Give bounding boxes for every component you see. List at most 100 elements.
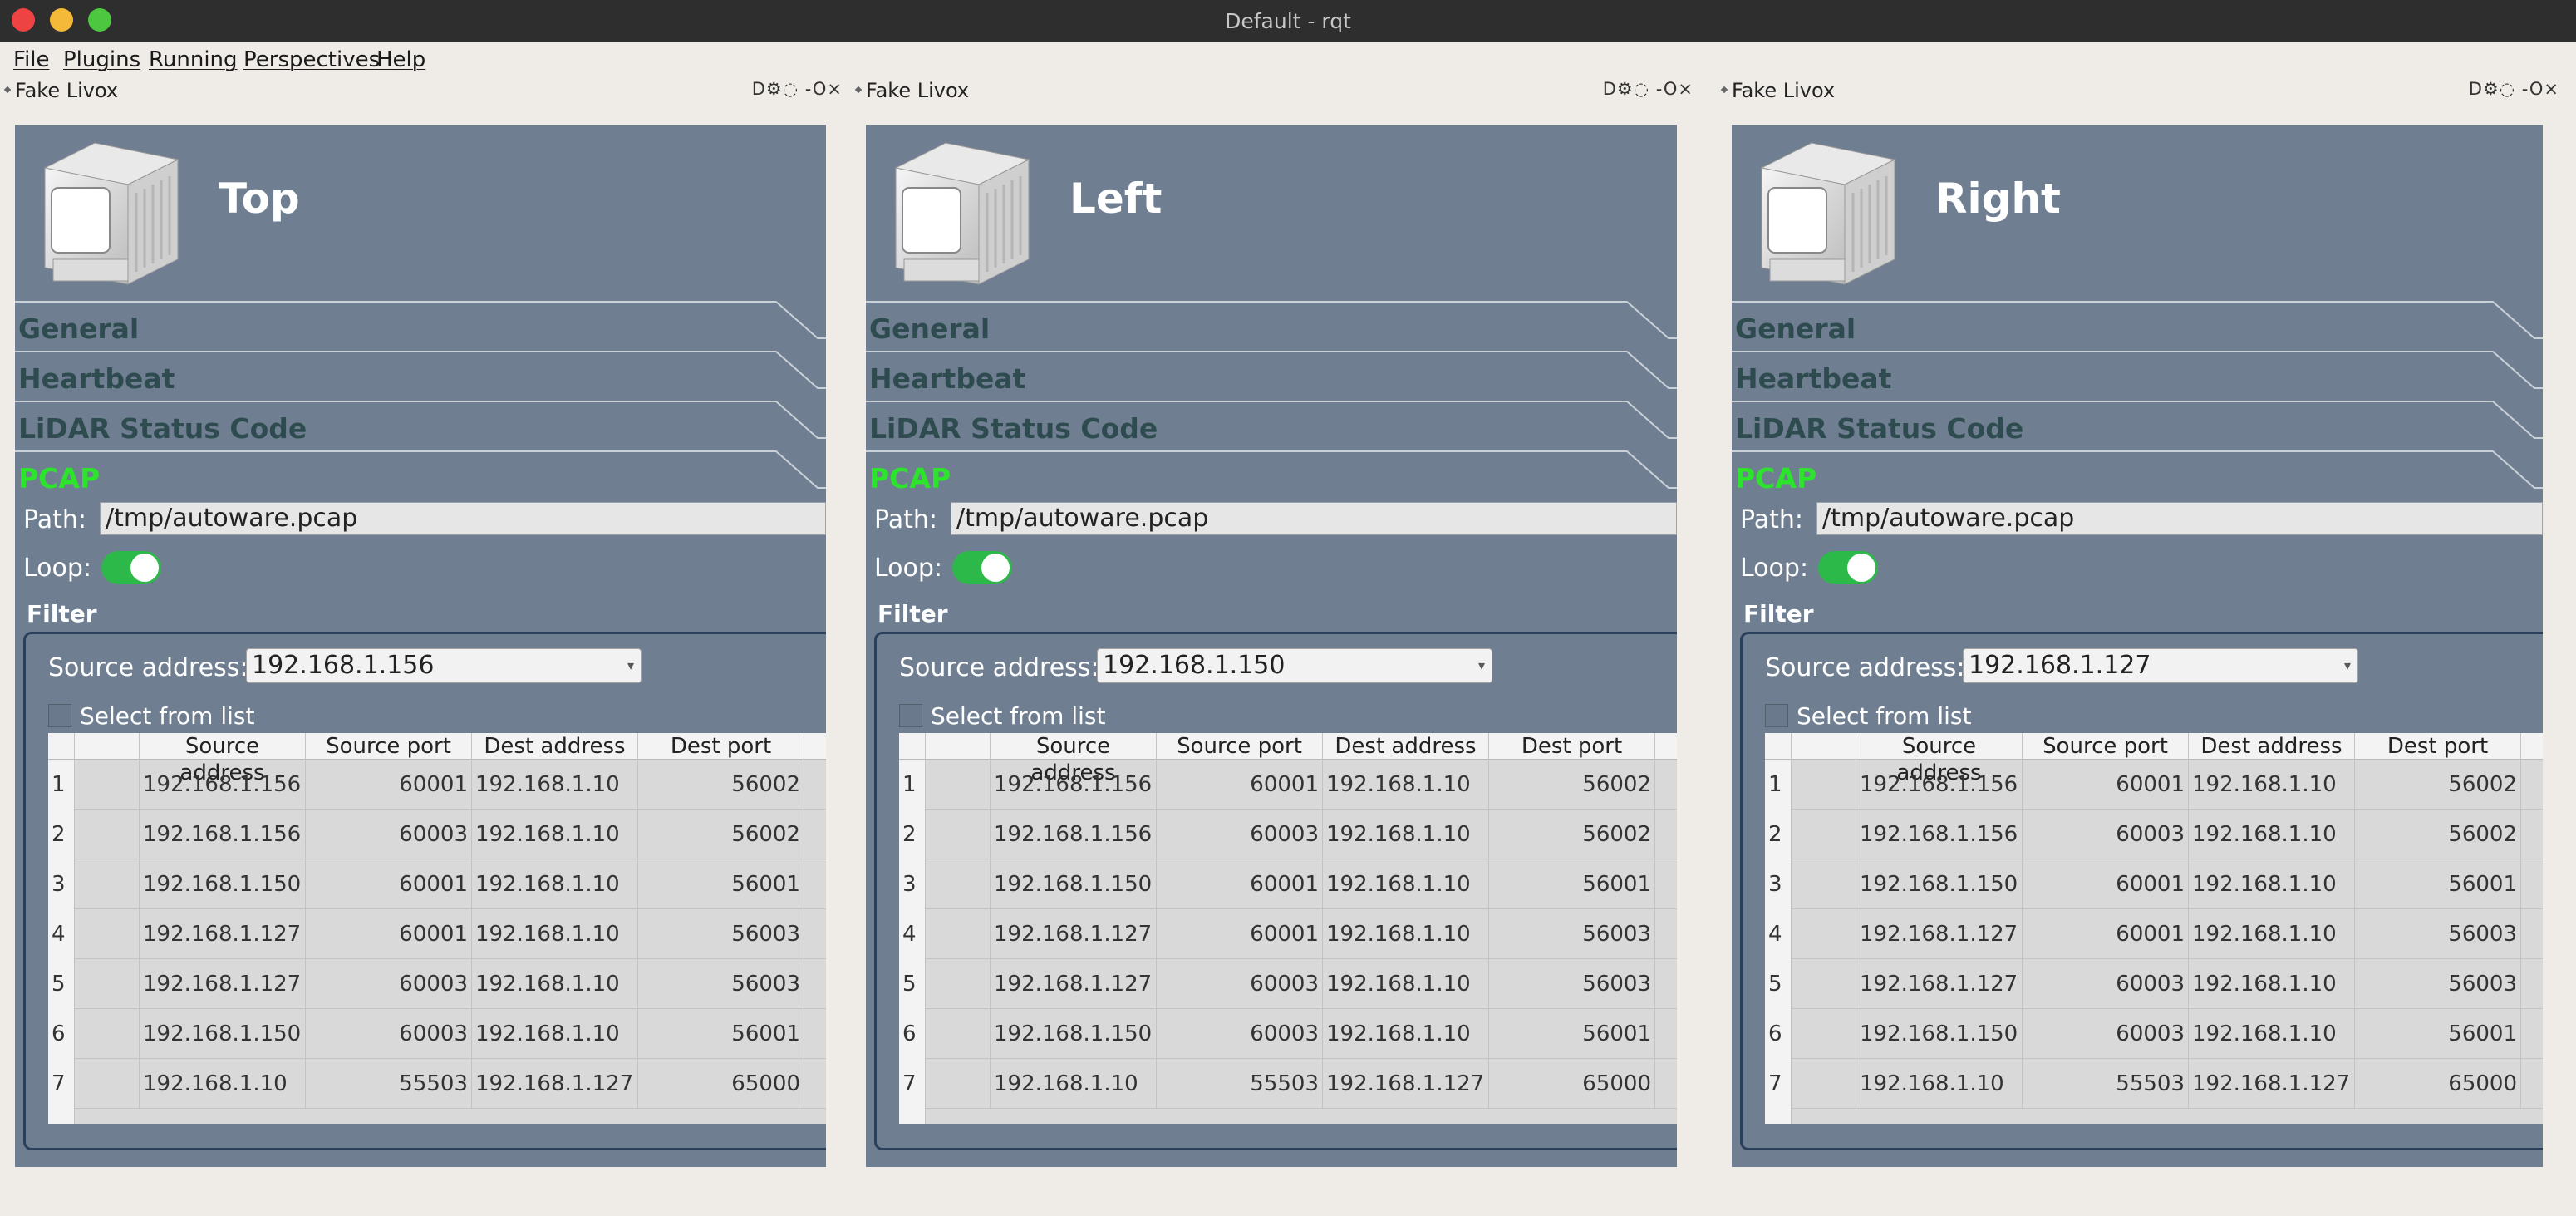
row-blank-cell[interactable] [75, 909, 140, 959]
source-port-cell[interactable]: 60003 [1157, 810, 1323, 859]
dock-grip-icon[interactable] [854, 86, 863, 94]
dock-bar-left[interactable]: Fake Livox D⚙◌ -O× [854, 79, 1694, 104]
row-number[interactable]: 6 [899, 1009, 926, 1059]
row-blank-cell[interactable] [926, 810, 991, 859]
row-number[interactable]: 3 [1765, 859, 1792, 909]
table-row[interactable]: 2 192.168.1.156 60003 192.168.1.10 56002 [48, 810, 826, 859]
dest-address-cell[interactable]: 192.168.1.10 [472, 810, 638, 859]
column-header[interactable]: Source address [991, 733, 1157, 785]
column-header[interactable]: Dest port [2355, 733, 2521, 760]
table-row[interactable]: 3 192.168.1.150 60001 192.168.1.10 56001 [48, 859, 826, 909]
source-address-combobox[interactable]: 192.168.1.150 ▾ [1097, 648, 1492, 683]
section-heartbeat[interactable]: Heartbeat [866, 351, 1677, 401]
dest-port-cell[interactable]: 56002 [638, 810, 804, 859]
source-address-cell[interactable]: 192.168.1.150 [140, 1009, 306, 1059]
row-number[interactable]: 5 [899, 959, 926, 1009]
source-port-cell[interactable]: 60003 [1157, 1009, 1323, 1059]
dest-port-cell[interactable]: 56003 [638, 959, 804, 1009]
dock-buttons[interactable]: D⚙◌ -O× [1603, 79, 1694, 99]
table-row[interactable]: 5 192.168.1.127 60003 192.168.1.10 56003 [1765, 959, 2543, 1009]
path-input[interactable]: /tmp/autoware.pcap [100, 502, 826, 535]
dest-port-cell[interactable]: 56003 [2355, 909, 2521, 959]
row-number[interactable]: 6 [1765, 1009, 1792, 1059]
dest-address-cell[interactable]: 192.168.1.10 [472, 1009, 638, 1059]
source-address-combobox[interactable]: 192.168.1.127 ▾ [1963, 648, 2358, 683]
table-row[interactable]: 7 192.168.1.10 55503 192.168.1.127 65000 [899, 1059, 1677, 1109]
table-row[interactable]: 1 192.168.1.156 60001 192.168.1.10 56002 [899, 760, 1677, 810]
dest-address-cell[interactable]: 192.168.1.10 [1323, 810, 1489, 859]
header-blank[interactable] [1792, 733, 1856, 760]
loop-toggle[interactable] [952, 551, 1012, 584]
row-blank-cell[interactable] [1792, 1059, 1856, 1109]
row-blank-cell[interactable] [75, 760, 140, 810]
row-blank-cell[interactable] [75, 1059, 140, 1109]
source-address-cell[interactable]: 192.168.1.127 [1856, 909, 2023, 959]
column-header[interactable]: Dest port [638, 733, 804, 760]
source-address-cell[interactable]: 192.168.1.156 [991, 810, 1157, 859]
table-row[interactable]: 6 192.168.1.150 60003 192.168.1.10 56001 [48, 1009, 826, 1059]
select-from-list-checkbox[interactable] [899, 704, 922, 727]
dock-grip-icon[interactable] [1720, 86, 1728, 94]
table-row[interactable]: 2 192.168.1.156 60003 192.168.1.10 56002 [899, 810, 1677, 859]
source-port-cell[interactable]: 60003 [2023, 959, 2189, 1009]
dest-address-cell[interactable]: 192.168.1.10 [472, 859, 638, 909]
dest-address-cell[interactable]: 192.168.1.10 [2189, 859, 2355, 909]
source-address-cell[interactable]: 192.168.1.150 [991, 1009, 1157, 1059]
header-blank[interactable] [75, 733, 140, 760]
dest-address-cell[interactable]: 192.168.1.10 [2189, 810, 2355, 859]
row-blank-cell[interactable] [1792, 859, 1856, 909]
source-address-cell[interactable]: 192.168.1.156 [991, 760, 1157, 810]
dest-address-cell[interactable]: 192.168.1.10 [472, 909, 638, 959]
row-blank-cell[interactable] [926, 760, 991, 810]
dest-address-cell[interactable]: 192.168.1.10 [472, 959, 638, 1009]
section-pcap[interactable]: PCAP [866, 450, 1677, 500]
row-blank-cell[interactable] [1792, 959, 1856, 1009]
source-address-cell[interactable]: 192.168.1.127 [140, 959, 306, 1009]
table-row[interactable]: 6 192.168.1.150 60003 192.168.1.10 56001 [1765, 1009, 2543, 1059]
source-port-cell[interactable]: 60001 [2023, 909, 2189, 959]
source-address-cell[interactable]: 192.168.1.127 [140, 909, 306, 959]
row-blank-cell[interactable] [75, 1009, 140, 1059]
row-number[interactable]: 7 [899, 1059, 926, 1109]
dock-bar-right[interactable]: Fake Livox D⚙◌ -O× [1720, 79, 2559, 104]
menu-help[interactable]: Help [376, 47, 425, 72]
source-port-cell[interactable]: 60003 [306, 810, 472, 859]
source-address-cell[interactable]: 192.168.1.10 [1856, 1059, 2023, 1109]
section-pcap[interactable]: PCAP [1732, 450, 2543, 500]
row-blank-cell[interactable] [1792, 909, 1856, 959]
row-number[interactable]: 2 [1765, 810, 1792, 859]
dest-address-cell[interactable]: 192.168.1.10 [1323, 859, 1489, 909]
source-address-cell[interactable]: 192.168.1.150 [1856, 859, 2023, 909]
path-input[interactable]: /tmp/autoware.pcap [1816, 502, 2543, 535]
menu-running[interactable]: Running [149, 47, 238, 72]
row-number[interactable]: 4 [899, 909, 926, 959]
row-blank-cell[interactable] [1792, 810, 1856, 859]
dest-port-cell[interactable]: 56002 [2355, 760, 2521, 810]
table-row[interactable]: 5 192.168.1.127 60003 192.168.1.10 56003 [899, 959, 1677, 1009]
source-port-cell[interactable]: 60001 [1157, 859, 1323, 909]
row-blank-cell[interactable] [926, 959, 991, 1009]
row-blank-cell[interactable] [75, 859, 140, 909]
table-row[interactable]: 4 192.168.1.127 60001 192.168.1.10 56003 [48, 909, 826, 959]
section-heartbeat[interactable]: Heartbeat [1732, 351, 2543, 401]
row-number[interactable]: 1 [899, 760, 926, 810]
table-row[interactable]: 2 192.168.1.156 60003 192.168.1.10 56002 [1765, 810, 2543, 859]
row-number[interactable]: 6 [48, 1009, 75, 1059]
section-lidar-status-code[interactable]: LiDAR Status Code [866, 401, 1677, 450]
source-address-cell[interactable]: 192.168.1.10 [991, 1059, 1157, 1109]
source-port-cell[interactable]: 55503 [306, 1059, 472, 1109]
dest-port-cell[interactable]: 56003 [2355, 959, 2521, 1009]
source-address-cell[interactable]: 192.168.1.127 [1856, 959, 2023, 1009]
table-row[interactable]: 1 192.168.1.156 60001 192.168.1.10 56002 [1765, 760, 2543, 810]
source-address-cell[interactable]: 192.168.1.150 [1856, 1009, 2023, 1059]
row-number[interactable]: 5 [48, 959, 75, 1009]
row-blank-cell[interactable] [926, 1059, 991, 1109]
row-number[interactable]: 1 [1765, 760, 1792, 810]
source-address-cell[interactable]: 192.168.1.10 [140, 1059, 306, 1109]
source-port-cell[interactable]: 60001 [1157, 909, 1323, 959]
dest-address-cell[interactable]: 192.168.1.127 [472, 1059, 638, 1109]
dest-port-cell[interactable]: 56001 [2355, 859, 2521, 909]
dest-address-cell[interactable]: 192.168.1.10 [2189, 1009, 2355, 1059]
column-header[interactable]: Dest address [1323, 733, 1489, 760]
row-blank-cell[interactable] [1792, 760, 1856, 810]
